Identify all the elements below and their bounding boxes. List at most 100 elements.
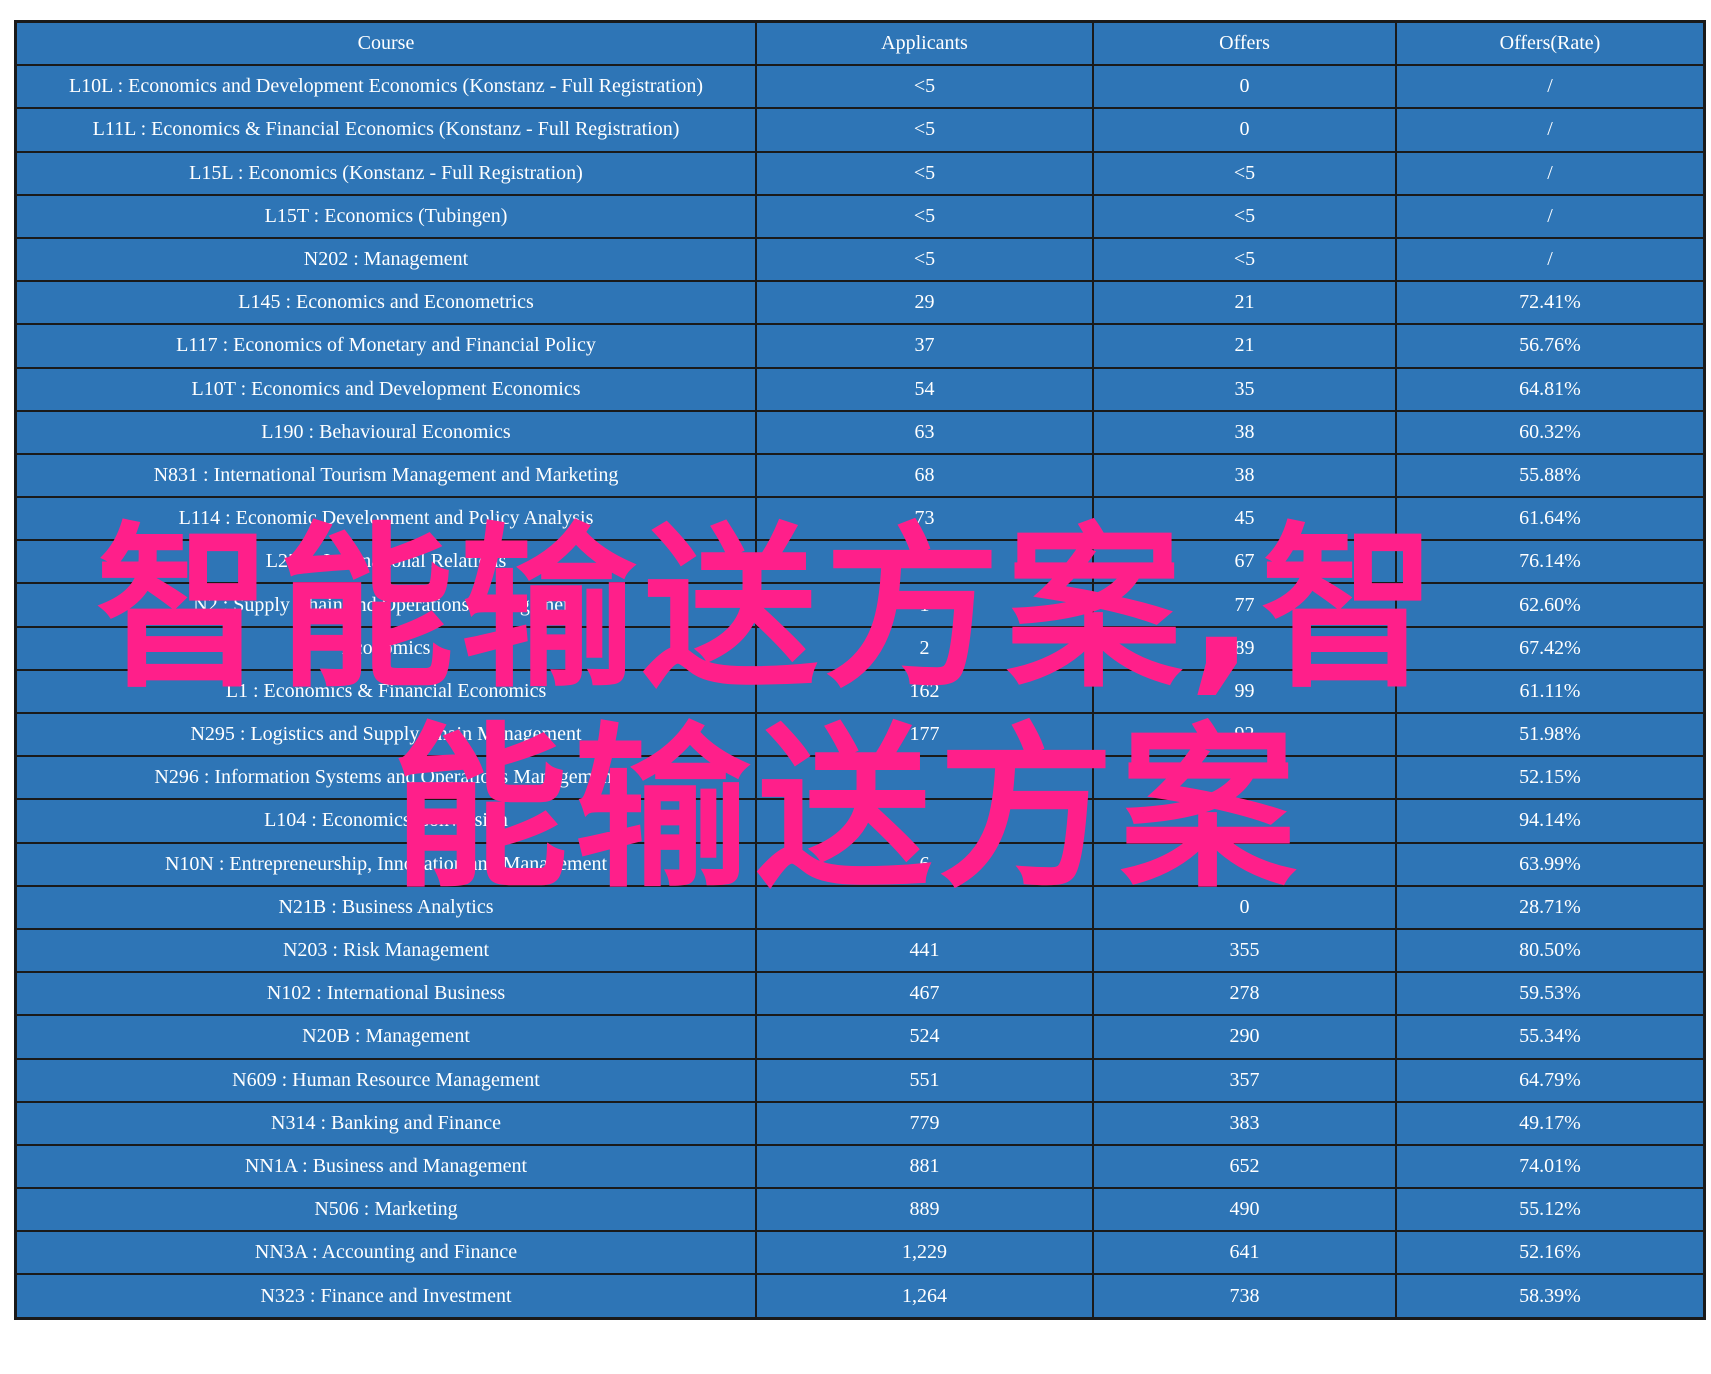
cell-offers: 99 <box>1093 669 1397 715</box>
cell-offers-rate: 55.34% <box>1396 1015 1703 1060</box>
table-row: N609 : Human Resource Management 551 357 64… <box>17 1058 1703 1103</box>
cell-offers: 89 <box>1093 626 1397 671</box>
table-row: N323 : Finance and Investment 1,264 738 58.… <box>17 1274 1703 1317</box>
cell-course: N295 : Logistics and Supply Chain Manage… <box>17 713 757 758</box>
cell-offers-rate: 61.11% <box>1396 669 1703 715</box>
cell-course: N21B : Business Analytics <box>17 885 757 930</box>
cell-course: L1 : Economics & Financial Economics <box>17 669 757 715</box>
cell-offers: 290 <box>1093 1015 1397 1060</box>
cell-applicants: <5 <box>756 194 1094 239</box>
table-row: L190 : Behavioural Economics 63 38 60.32% <box>17 410 1703 455</box>
cell-applicants: 6 <box>756 842 1094 887</box>
cell-course: L190 : Behavioural Economics <box>17 410 757 455</box>
cell-course: L250 : International Relations <box>17 540 757 585</box>
table-row: L250 : International Relations 88 67 76.14% <box>17 540 1703 585</box>
cell-offers-rate: 74.01% <box>1396 1144 1703 1190</box>
cell-offers-rate: / <box>1396 237 1703 283</box>
cell-offers-rate: 55.88% <box>1396 453 1703 499</box>
cell-offers-rate: 49.17% <box>1396 1101 1703 1146</box>
cell-applicants: 467 <box>756 972 1094 1017</box>
cell-offers: 35 <box>1093 367 1397 412</box>
cell-course: N609 : Human Resource Management <box>17 1058 757 1103</box>
cell-applicants: 29 <box>756 281 1094 326</box>
cell-offers-rate: 51.98% <box>1396 713 1703 758</box>
cell-course: L10L : Economics and Development Economi… <box>17 65 757 110</box>
column-header-offers: Offers <box>1093 23 1397 67</box>
cell-course: NN1A : Business and Management <box>17 1144 757 1190</box>
table-row: L104 : Economics Conversion 94.14% <box>17 799 1703 844</box>
cell-applicants: <5 <box>756 151 1094 196</box>
table-row: N102 : International Business 467 278 59.53… <box>17 972 1703 1017</box>
cell-offers: 357 <box>1093 1058 1397 1103</box>
table-row: L15L : Economics (Konstanz - Full Regist… <box>17 151 1703 196</box>
cell-offers-rate: 76.14% <box>1396 540 1703 585</box>
cell-offers-rate: 63.99% <box>1396 842 1703 887</box>
cell-applicants: <5 <box>756 108 1094 153</box>
cell-offers: 0 <box>1093 65 1397 110</box>
cell-offers: 355 <box>1093 928 1397 974</box>
cell-offers-rate: / <box>1396 194 1703 239</box>
cell-course: N202 : Management <box>17 237 757 283</box>
cell-offers-rate: 62.60% <box>1396 583 1703 628</box>
cell-applicants: 177 <box>756 713 1094 758</box>
cell-offers: 38 <box>1093 410 1397 455</box>
cell-course: L10T : Economics and Development Economi… <box>17 367 757 412</box>
table-row: L15T : Economics (Tubingen) <5 <5/ <box>17 194 1703 239</box>
table-row: L145 : Economics and Econometrics 29 21 72.… <box>17 281 1703 326</box>
cell-applicants: 1,264 <box>756 1274 1094 1317</box>
table-body: L10L : Economics and Development Economi… <box>17 65 1703 1317</box>
table-row: N506 : Marketing 889 490 55.12% <box>17 1188 1703 1233</box>
cell-offers-rate: 60.32% <box>1396 410 1703 455</box>
table-row: L10L : Economics and Development Economi… <box>17 65 1703 110</box>
cell-course: N831 : International Tourism Management … <box>17 453 757 499</box>
cell-offers-rate: 56.76% <box>1396 324 1703 369</box>
cell-applicants: 779 <box>756 1101 1094 1146</box>
cell-applicants: 2 <box>756 626 1094 671</box>
cell-applicants: 68 <box>756 453 1094 499</box>
column-header-applicants: Applicants <box>756 23 1094 67</box>
cell-offers-rate: 28.71% <box>1396 885 1703 930</box>
cell-course: L15T : Economics (Tubingen) <box>17 194 757 239</box>
column-header-offers-rate: Offers(Rate) <box>1396 23 1703 67</box>
cell-offers <box>1093 842 1397 887</box>
cell-course: N314 : Banking and Finance <box>17 1101 757 1146</box>
cell-applicants: 37 <box>756 324 1094 369</box>
cell-offers-rate: 55.12% <box>1396 1188 1703 1233</box>
cell-offers: 0 <box>1093 108 1397 153</box>
cell-offers-rate: 58.39% <box>1396 1274 1703 1317</box>
table-row: N10N : Entrepreneurship, Innovation and … <box>17 842 1703 887</box>
cell-offers: 97 <box>1093 756 1397 801</box>
cell-applicants: 73 <box>756 497 1094 542</box>
cell-offers <box>1093 799 1397 844</box>
cell-offers-rate: / <box>1396 108 1703 153</box>
cell-offers-rate: 64.79% <box>1396 1058 1703 1103</box>
cell-applicants <box>756 799 1094 844</box>
cell-offers-rate: 64.81% <box>1396 367 1703 412</box>
cell-offers-rate: 61.64% <box>1396 497 1703 542</box>
table-row: N831 : International Tourism Management … <box>17 453 1703 499</box>
cell-offers-rate: 52.15% <box>1396 756 1703 801</box>
table-row: N203 : Risk Management 441 355 80.50% <box>17 928 1703 974</box>
cell-course: N323 : Finance and Investment <box>17 1274 757 1317</box>
cell-course: L104 : Economics Conversion <box>17 799 757 844</box>
cell-offers-rate: 80.50% <box>1396 928 1703 974</box>
cell-course: N2 : Supply Chain and Operations Managem… <box>17 583 757 628</box>
table-row: N202 : Management <5 <5/ <box>17 237 1703 283</box>
cell-offers: 67 <box>1093 540 1397 585</box>
table-row: L11L : Economics & Financial Economics (… <box>17 108 1703 153</box>
cell-course: N203 : Risk Management <box>17 928 757 974</box>
cell-applicants: 63 <box>756 410 1094 455</box>
table-header-row: Course Applicants Offers Offers(Rate) <box>17 23 1703 67</box>
cell-course: N20B : Management <box>17 1015 757 1060</box>
cell-offers: 738 <box>1093 1274 1397 1317</box>
cell-offers-rate: / <box>1396 65 1703 110</box>
cell-offers-rate: 59.53% <box>1396 972 1703 1017</box>
cell-applicants: 1 <box>756 583 1094 628</box>
table-row: N20B : Management 524 290 55.34% <box>17 1015 1703 1060</box>
cell-offers: 92 <box>1093 713 1397 758</box>
cell-applicants: 1,229 <box>756 1231 1094 1276</box>
cell-course: N296 : Information Systems and Operation… <box>17 756 757 801</box>
cell-applicants: 889 <box>756 1188 1094 1233</box>
cell-offers: <5 <box>1093 237 1397 283</box>
cell-offers: 641 <box>1093 1231 1397 1276</box>
